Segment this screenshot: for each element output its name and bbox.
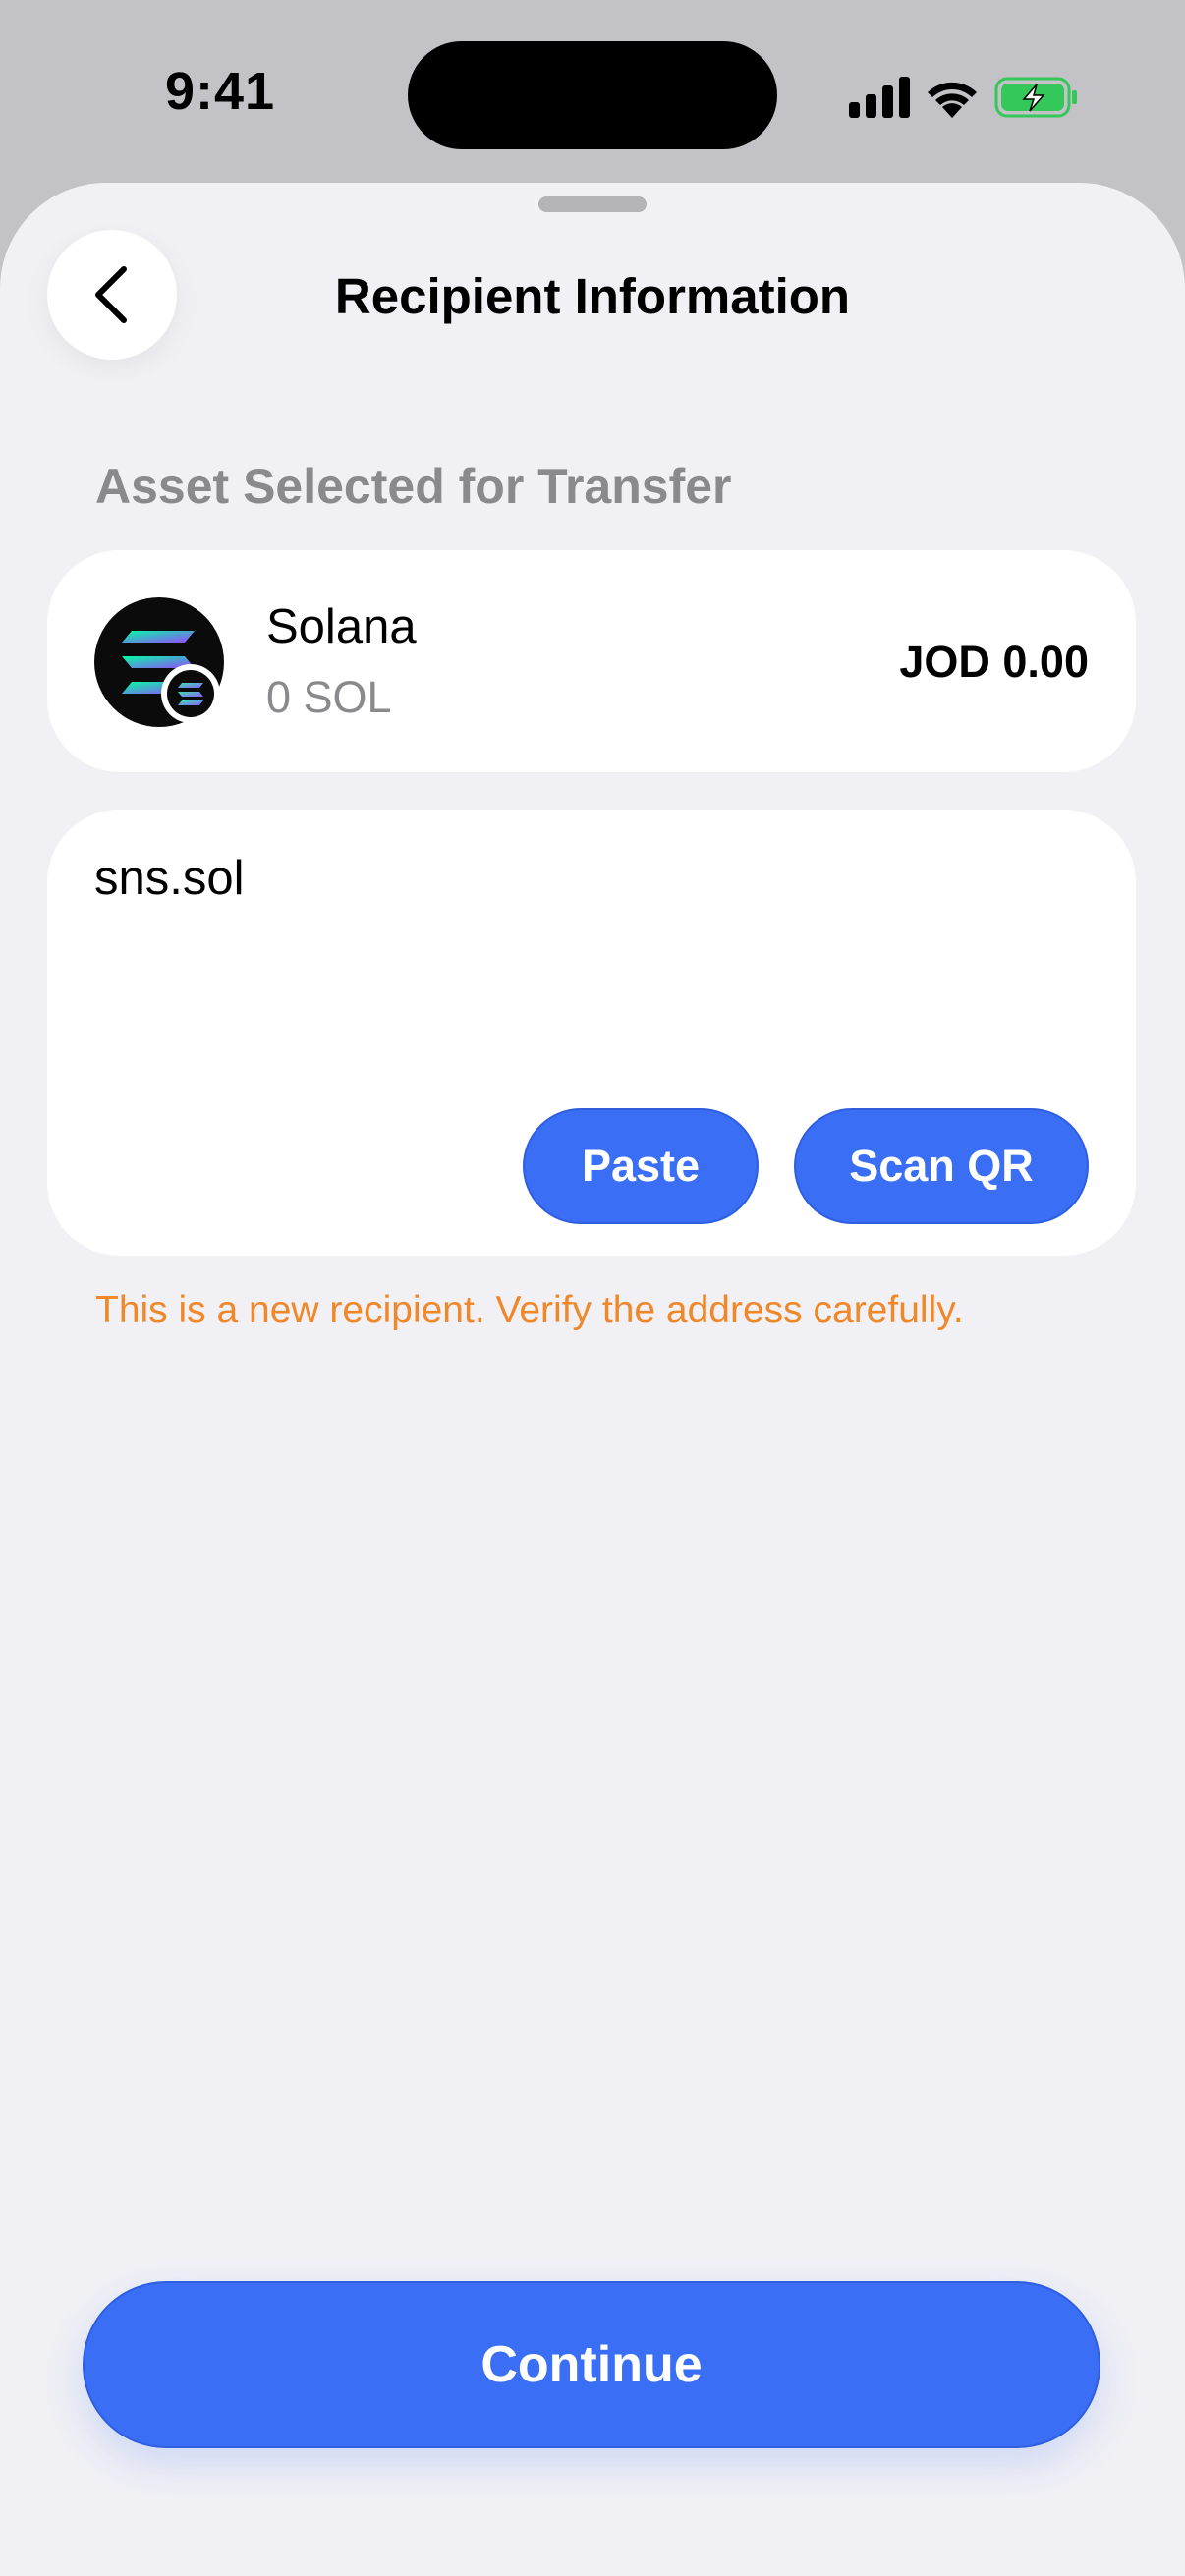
battery-charging-icon <box>994 77 1077 118</box>
asset-name: Solana <box>266 600 417 653</box>
sheet-grabber[interactable] <box>538 196 647 212</box>
asset-amount: 0 SOL <box>266 672 392 722</box>
page-title: Recipient Information <box>334 268 851 324</box>
continue-button[interactable]: Continue <box>83 2281 1100 2448</box>
selected-asset-card[interactable]: Solana 0 SOL JOD 0.00 <box>47 550 1136 772</box>
new-recipient-warning: This is a new recipient. Verify the addr… <box>95 1289 964 1331</box>
recipient-address-card: sns.sol Paste Scan QR <box>47 810 1136 1256</box>
cellular-signal-icon <box>849 77 910 118</box>
recipient-address-input[interactable]: sns.sol <box>94 851 1087 1047</box>
status-icons <box>847 73 1083 122</box>
solana-logo-icon <box>94 597 224 727</box>
scan-qr-button[interactable]: Scan QR <box>794 1108 1089 1224</box>
recipient-sheet: Recipient Information Asset Selected for… <box>0 183 1185 2576</box>
paste-button[interactable]: Paste <box>523 1108 759 1224</box>
asset-fiat-value: JOD 0.00 <box>899 637 1089 687</box>
dynamic-island <box>408 41 777 149</box>
asset-section-label: Asset Selected for Transfer <box>95 459 732 514</box>
status-time: 9:41 <box>165 62 276 121</box>
wifi-icon <box>928 82 977 118</box>
phone-screen: 9:41 Recipient Information Asset Selecte… <box>0 0 1185 2576</box>
